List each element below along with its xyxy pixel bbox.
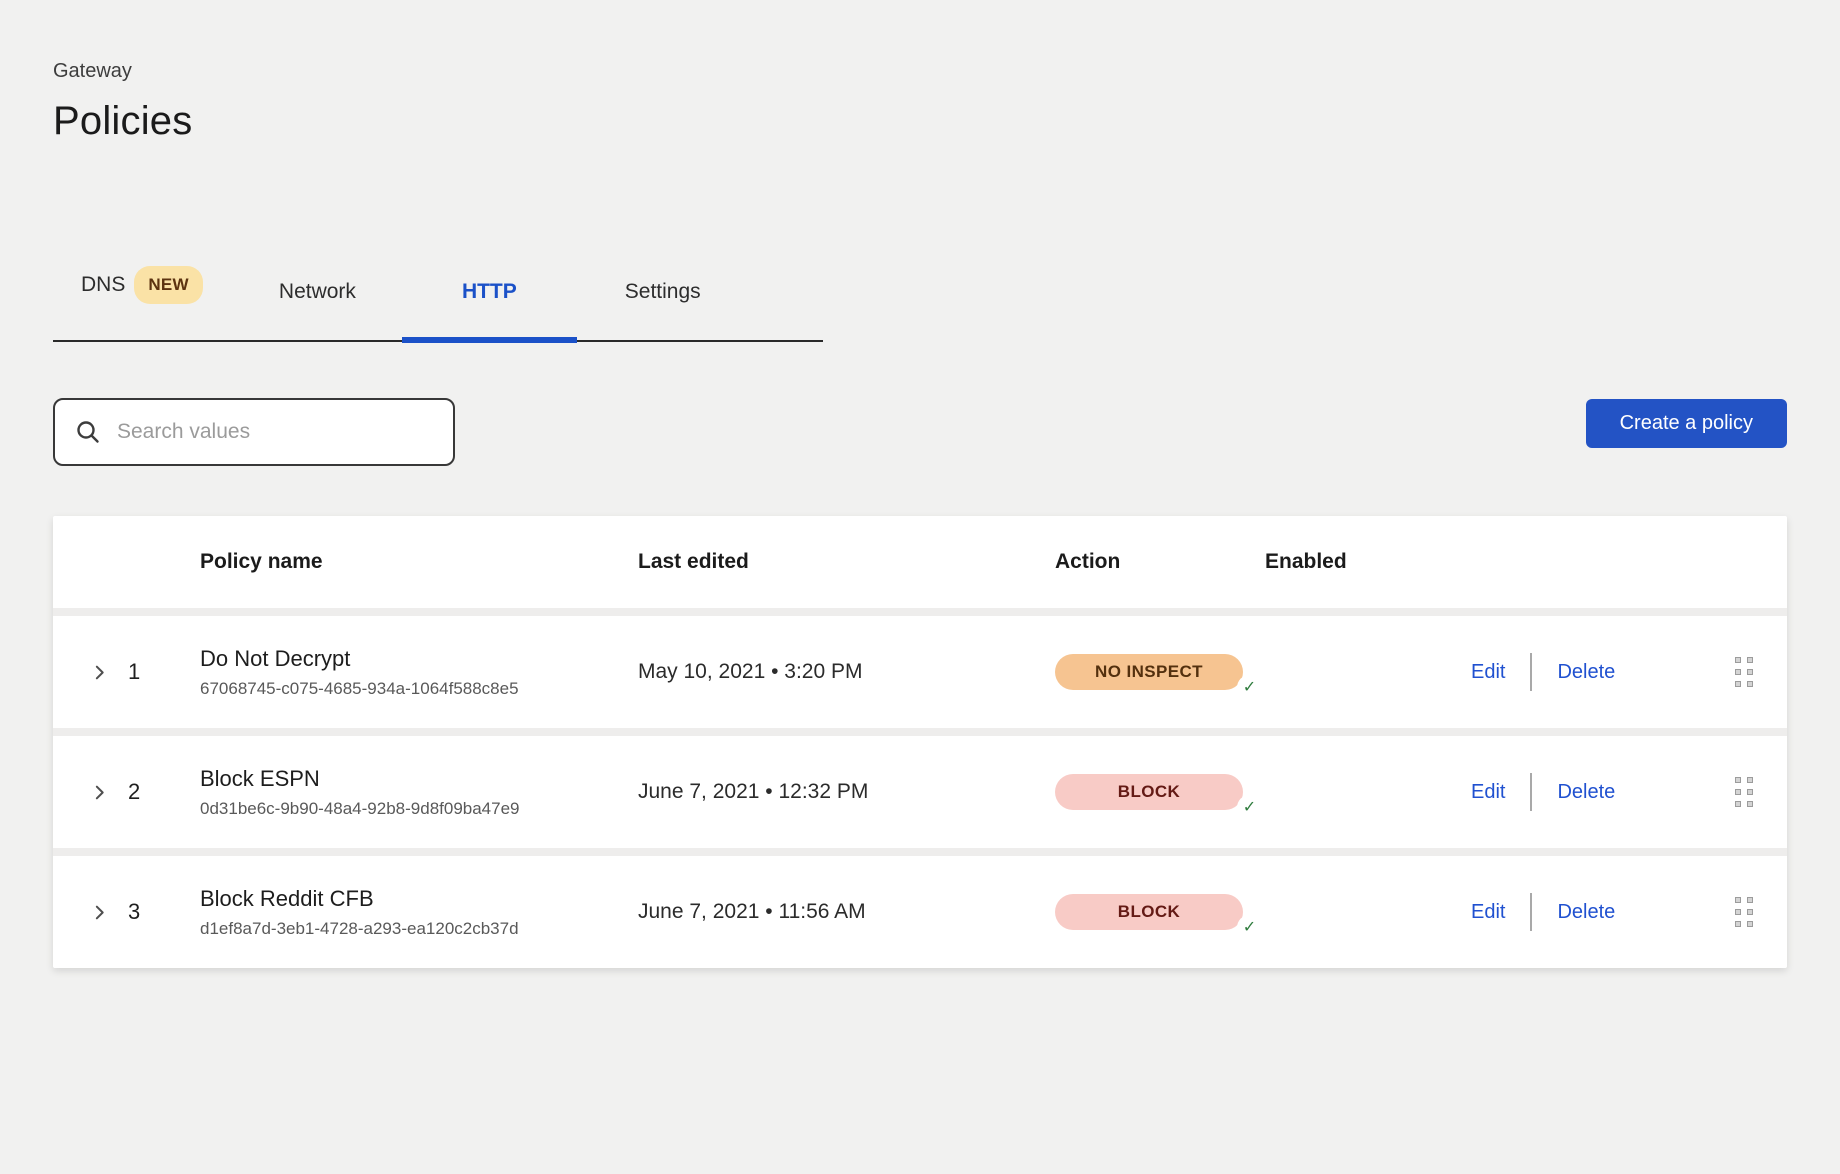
search-input[interactable] xyxy=(117,420,437,444)
chevron-right-icon xyxy=(91,664,108,681)
delete-link[interactable]: Delete xyxy=(1557,781,1615,804)
column-header-action: Action xyxy=(1055,550,1265,574)
column-header-last-edited: Last edited xyxy=(638,550,1055,574)
row-actions: Edit Delete xyxy=(1471,653,1653,691)
tab-label: HTTP xyxy=(462,280,517,304)
row-index: 2 xyxy=(128,779,200,805)
policy-id: d1ef8a7d-3eb1-4728-a293-ea120c2cb37d xyxy=(200,919,638,939)
check-icon: ✓ xyxy=(1243,800,1256,816)
tab-label: DNS xyxy=(81,273,125,297)
check-icon: ✓ xyxy=(1243,920,1256,936)
policy-name: Do Not Decrypt xyxy=(200,646,638,672)
drag-handle-icon[interactable] xyxy=(1731,653,1757,691)
tab-network[interactable]: Network xyxy=(279,280,356,340)
links-divider xyxy=(1530,893,1532,931)
action-badge: BLOCK xyxy=(1055,774,1243,810)
toggle-knob: ✓ xyxy=(1237,675,1262,700)
chevron-right-icon xyxy=(91,904,108,921)
row-index: 3 xyxy=(128,899,200,925)
last-edited: May 10, 2021 • 3:20 PM xyxy=(638,660,1055,684)
search-box[interactable] xyxy=(53,398,455,466)
toggle-knob: ✓ xyxy=(1237,795,1262,820)
policy-name-cell: Do Not Decrypt 67068745-c075-4685-934a-1… xyxy=(200,646,638,699)
drag-handle-icon[interactable] xyxy=(1731,893,1757,931)
policy-name-cell: Block Reddit CFB d1ef8a7d-3eb1-4728-a293… xyxy=(200,886,638,939)
policy-name-cell: Block ESPN 0d31be6c-9b90-48a4-92b8-9d8f0… xyxy=(200,766,638,819)
policies-table: Policy name Last edited Action Enabled 1… xyxy=(53,516,1787,968)
row-actions: Edit Delete xyxy=(1471,773,1653,811)
table-row: 2 Block ESPN 0d31be6c-9b90-48a4-92b8-9d8… xyxy=(53,736,1787,848)
edit-link[interactable]: Edit xyxy=(1471,661,1505,684)
edit-link[interactable]: Edit xyxy=(1471,781,1505,804)
tab-dns[interactable]: DNS NEW xyxy=(81,266,203,340)
policy-name: Block Reddit CFB xyxy=(200,886,638,912)
policy-name: Block ESPN xyxy=(200,766,638,792)
delete-link[interactable]: Delete xyxy=(1557,661,1615,684)
search-icon xyxy=(75,419,101,445)
edit-link[interactable]: Edit xyxy=(1471,901,1505,924)
tab-bar: DNS NEW Network HTTP Settings xyxy=(53,266,823,342)
tab-label: Settings xyxy=(625,280,701,304)
row-expander[interactable] xyxy=(91,664,128,681)
table-body: 1 Do Not Decrypt 67068745-c075-4685-934a… xyxy=(53,616,1787,968)
tab-settings[interactable]: Settings xyxy=(625,280,701,340)
page-title: Policies xyxy=(53,99,1787,144)
toggle-knob: ✓ xyxy=(1237,915,1262,940)
tab-http[interactable]: HTTP xyxy=(462,280,517,340)
create-policy-button[interactable]: Create a policy xyxy=(1586,399,1787,448)
drag-handle-icon[interactable] xyxy=(1731,773,1757,811)
delete-link[interactable]: Delete xyxy=(1557,901,1615,924)
policy-id: 0d31be6c-9b90-48a4-92b8-9d8f09ba47e9 xyxy=(200,799,638,819)
row-expander[interactable] xyxy=(91,904,128,921)
check-icon: ✓ xyxy=(1243,680,1256,696)
new-badge: NEW xyxy=(134,266,203,304)
last-edited: June 7, 2021 • 11:56 AM xyxy=(638,900,1055,924)
row-actions: Edit Delete xyxy=(1471,893,1653,931)
gateway-policies-page: Gateway Policies DNS NEW Network HTTP Se… xyxy=(0,60,1840,968)
last-edited: June 7, 2021 • 12:32 PM xyxy=(638,780,1055,804)
links-divider xyxy=(1530,653,1532,691)
action-badge: NO INSPECT xyxy=(1055,654,1243,690)
breadcrumb: Gateway xyxy=(53,60,1787,83)
action-badge: BLOCK xyxy=(1055,894,1243,930)
tab-label: Network xyxy=(279,280,356,304)
toolbar: Create a policy xyxy=(53,398,1787,466)
chevron-right-icon xyxy=(91,784,108,801)
table-header-row: Policy name Last edited Action Enabled xyxy=(53,516,1787,608)
policy-id: 67068745-c075-4685-934a-1064f588c8e5 xyxy=(200,679,638,699)
row-expander[interactable] xyxy=(91,784,128,801)
column-header-policy-name: Policy name xyxy=(200,550,638,574)
column-header-enabled: Enabled xyxy=(1265,550,1471,574)
row-index: 1 xyxy=(128,659,200,685)
table-row: 3 Block Reddit CFB d1ef8a7d-3eb1-4728-a2… xyxy=(53,856,1787,968)
links-divider xyxy=(1530,773,1532,811)
table-row: 1 Do Not Decrypt 67068745-c075-4685-934a… xyxy=(53,616,1787,728)
